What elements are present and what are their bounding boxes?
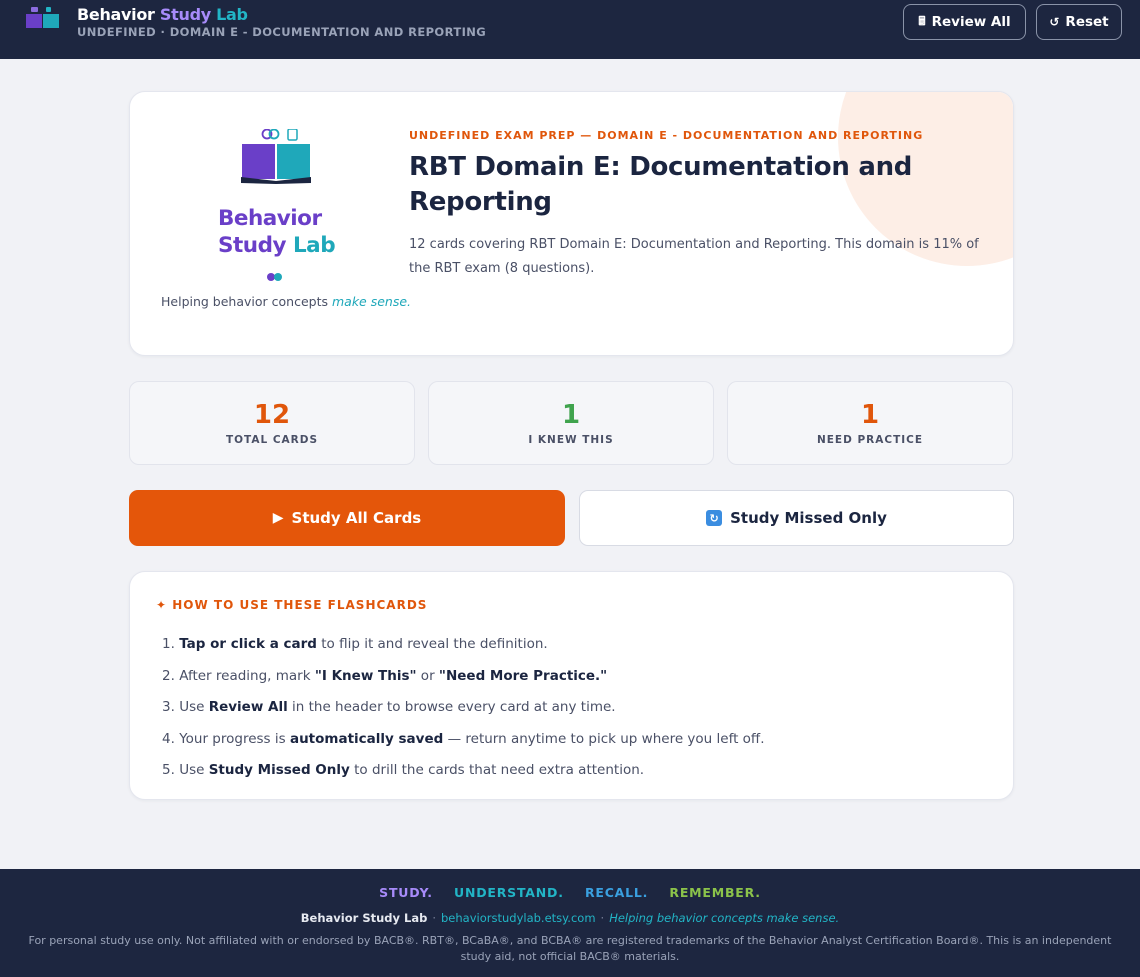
- study-missed-label: Study Missed Only: [730, 509, 887, 527]
- stat-knew-label: I KNEW THIS: [528, 434, 614, 446]
- instructions-title-text: HOW TO USE THESE FLASHCARDS: [172, 598, 428, 612]
- logo-dots: [267, 273, 285, 281]
- logo-word-lab: Lab: [292, 233, 336, 258]
- footer-tagline: Helping behavior concepts make sense.: [609, 911, 840, 925]
- stat-total-value: 12: [253, 400, 291, 430]
- deck-hero-card: Behavior Study Lab Helping behavior conc…: [129, 91, 1014, 356]
- page-subtitle: UNDEFINED · DOMAIN E - DOCUMENTATION AND…: [77, 25, 487, 39]
- stat-practice-label: NEED PRACTICE: [816, 434, 924, 446]
- brand-word-3: Lab: [216, 5, 248, 24]
- reload-icon: ↺: [1049, 15, 1060, 29]
- instruction-strong: "I Knew This": [314, 667, 417, 684]
- footer-separator: ·: [600, 911, 605, 925]
- stat-need-practice: 1 NEED PRACTICE: [727, 381, 1013, 465]
- reset-label: Reset: [1065, 14, 1109, 30]
- motto-word: REMEMBER.: [669, 885, 761, 900]
- stat-knew-value: 1: [561, 400, 581, 430]
- review-all-label: Review All: [931, 14, 1011, 30]
- brand-word-2: Study: [159, 5, 211, 24]
- calculator-icon: 🖩: [918, 13, 926, 28]
- instruction-text: to flip it and reveal the definition.: [316, 636, 548, 652]
- deck-description: 12 cards covering RBT Domain E: Document…: [409, 237, 979, 276]
- motto-word: RECALL.: [584, 885, 649, 900]
- instruction-text: in the header to browse every card at an…: [287, 699, 616, 716]
- instruction-strong: "Need More Practice.": [438, 667, 608, 684]
- instruction-number: 2.: [162, 667, 175, 684]
- footer-motto: STUDY. UNDERSTAND. RECALL. REMEMBER.: [0, 885, 1140, 900]
- motto-word: STUDY.: [379, 885, 433, 900]
- instruction-text: Use: [179, 762, 209, 779]
- instruction-text: Use: [179, 699, 209, 716]
- logo-word-study: Study: [218, 233, 286, 258]
- stat-knew-this: 1 I KNEW THIS: [428, 381, 714, 465]
- study-missed-only-button[interactable]: ↻ Study Missed Only: [579, 490, 1014, 546]
- study-all-cards-button[interactable]: ▶ Study All Cards: [129, 490, 565, 546]
- instruction-item: 5. Use Study Missed Only to drill the ca…: [162, 755, 765, 787]
- logo-wordmark: Behavior Study Lab: [218, 205, 336, 259]
- stat-practice-value: 1: [860, 400, 880, 430]
- review-all-button[interactable]: 🖩 Review All: [903, 4, 1026, 40]
- footer-disclaimer: For personal study use only. Not affilia…: [28, 934, 1112, 963]
- brand-word-1: Behavior: [77, 5, 155, 24]
- logo-tagline-text: Helping behavior concepts: [161, 294, 328, 309]
- instruction-number: 5.: [162, 762, 175, 779]
- study-all-label: Study All Cards: [291, 509, 422, 527]
- dot-teal: [274, 273, 282, 281]
- logo-line-1: Behavior: [218, 206, 322, 231]
- sparkle-icon: ✦: [156, 598, 168, 612]
- footer-brand-name: Behavior Study Lab: [300, 911, 428, 925]
- instructions-list: 1. Tap or click a card to flip it and re…: [162, 629, 765, 787]
- instruction-text: Your progress is: [179, 730, 290, 747]
- instruction-strong: automatically saved: [289, 730, 444, 747]
- play-icon: ▶: [272, 510, 284, 526]
- brand-logo-icon: [26, 7, 59, 28]
- instruction-strong: Tap or click a card: [179, 636, 317, 652]
- logo-tagline-em: make sense.: [331, 294, 412, 309]
- motto-word: UNDERSTAND.: [454, 885, 564, 900]
- instruction-strong: Study Missed Only: [208, 762, 350, 779]
- repeat-icon: ↻: [706, 510, 723, 526]
- reset-button[interactable]: ↺ Reset: [1036, 4, 1122, 40]
- logo-tagline: Helping behavior concepts make sense.: [161, 294, 411, 309]
- instruction-text: or: [416, 667, 439, 684]
- footer-credit-line: Behavior Study Lab · behaviorstudylab.etsy…: [0, 911, 1140, 925]
- instruction-text: After reading, mark: [179, 667, 315, 684]
- instruction-strong: Review All: [208, 699, 288, 716]
- instructions-title: ✦ HOW TO USE THESE FLASHCARDS: [156, 598, 427, 612]
- footer-separator: ·: [432, 911, 436, 925]
- instruction-number: 3.: [162, 699, 175, 716]
- instruction-item: 3. Use Review All in the header to brows…: [162, 692, 765, 724]
- instructions-card: ✦ HOW TO USE THESE FLASHCARDS 1. Tap or …: [129, 571, 1014, 800]
- book-logo-icon: [241, 129, 311, 184]
- instruction-item: 2. After reading, mark "I Knew This" or …: [162, 661, 765, 693]
- footer-shop-link[interactable]: behaviorstudylab.etsy.com: [441, 911, 596, 925]
- page-footer: STUDY. UNDERSTAND. RECALL. REMEMBER. Beh…: [0, 869, 1140, 977]
- instruction-text: — return anytime to pick up where you le…: [443, 730, 765, 747]
- stat-total-label: TOTAL CARDS: [225, 434, 319, 446]
- instruction-number: 1.: [162, 636, 175, 652]
- instruction-item: 1. Tap or click a card to flip it and re…: [162, 629, 765, 661]
- logo-line-2: Study Lab: [218, 232, 336, 259]
- instruction-number: 4.: [162, 730, 175, 747]
- deck-eyebrow: UNDEFINED EXAM PREP — DOMAIN E - DOCUMEN…: [409, 129, 924, 142]
- page-title: RBT Domain E: Documentation and Reportin…: [409, 152, 913, 217]
- stat-total-cards: 12 TOTAL CARDS: [129, 381, 415, 465]
- brand-name[interactable]: Behavior Study Lab: [77, 5, 248, 24]
- top-header: Behavior Study Lab UNDEFINED · DOMAIN E …: [0, 0, 1140, 59]
- instruction-item: 4. Your progress is automatically saved …: [162, 724, 765, 756]
- instruction-text: to drill the cards that need extra atten…: [349, 762, 645, 779]
